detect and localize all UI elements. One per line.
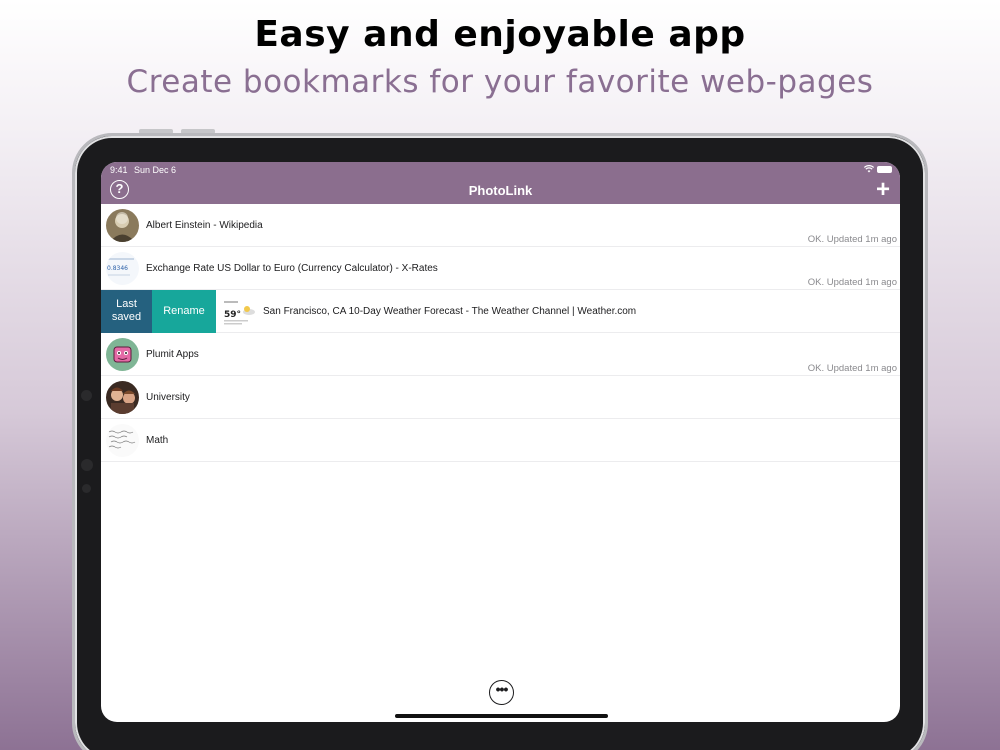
weather-temp: 59° [224, 310, 241, 320]
last-saved-label: Last saved [111, 298, 142, 323]
list-item[interactable]: 0.8346 Exchange Rate US Dollar to Euro (… [101, 247, 900, 290]
rename-button[interactable]: Rename [152, 290, 216, 333]
camera-dot [81, 390, 92, 401]
swiped-row-content: 59° San Francisco, CA 10-Day Weather For… [216, 290, 900, 333]
bookmark-title: Exchange Rate US Dollar to Euro (Currenc… [146, 263, 438, 274]
portrait-thumbnail [106, 209, 139, 242]
handwriting-thumbnail [106, 424, 139, 457]
bookmark-status: OK. Updated 1m ago [807, 363, 897, 374]
bookmark-title: Math [146, 435, 169, 446]
app-screen: 9:41 Sun Dec 6 ? PhotoLink + Albert Eins… [101, 162, 900, 722]
currency-thumbnail: 0.8346 [106, 252, 139, 285]
bookmark-title: Albert Einstein - Wikipedia [146, 220, 263, 231]
last-saved-button[interactable]: Last saved [101, 290, 152, 333]
bookmark-status: OK. Updated 1m ago [807, 234, 897, 245]
bookmark-list: Albert Einstein - Wikipedia OK. Updated … [101, 204, 900, 462]
svg-text:0.8346: 0.8346 [107, 265, 128, 272]
app-title: PhotoLink [468, 183, 533, 198]
promo-headline: Easy and enjoyable app [254, 14, 746, 55]
bookmark-title: San Francisco, CA 10-Day Weather Forecas… [263, 306, 637, 317]
list-item[interactable]: Plumit Apps OK. Updated 1m ago [101, 333, 900, 376]
pink-creature-thumbnail [106, 338, 139, 371]
bookmark-status: OK. Updated 1m ago [807, 277, 897, 288]
wifi-icon [863, 163, 875, 177]
sensor-dot [82, 484, 91, 493]
nav-bar: ? PhotoLink + [101, 176, 900, 204]
sensor-dot [81, 459, 93, 471]
list-item-swiped[interactable]: Last saved Rename 59° San Francisco, CA … [101, 290, 900, 333]
list-item[interactable]: Albert Einstein - Wikipedia OK. Updated … [101, 204, 900, 247]
status-bar: 9:41 Sun Dec 6 [101, 162, 900, 176]
status-date: Sun Dec 6 [134, 165, 177, 175]
people-thumbnail [106, 381, 139, 414]
status-time: 9:41 [110, 165, 128, 175]
list-item[interactable]: University [101, 376, 900, 419]
more-options-button[interactable]: ••• [489, 680, 514, 705]
battery-icon [877, 166, 892, 173]
home-indicator [395, 714, 608, 718]
weather-thumbnail: 59° [221, 295, 257, 328]
promo-subhead: Create bookmarks for your favorite web-p… [126, 64, 874, 100]
bookmark-title: University [146, 392, 190, 403]
add-bookmark-button[interactable]: + [876, 176, 890, 204]
bookmark-title: Plumit Apps [146, 349, 199, 360]
list-item[interactable]: Math [101, 419, 900, 462]
